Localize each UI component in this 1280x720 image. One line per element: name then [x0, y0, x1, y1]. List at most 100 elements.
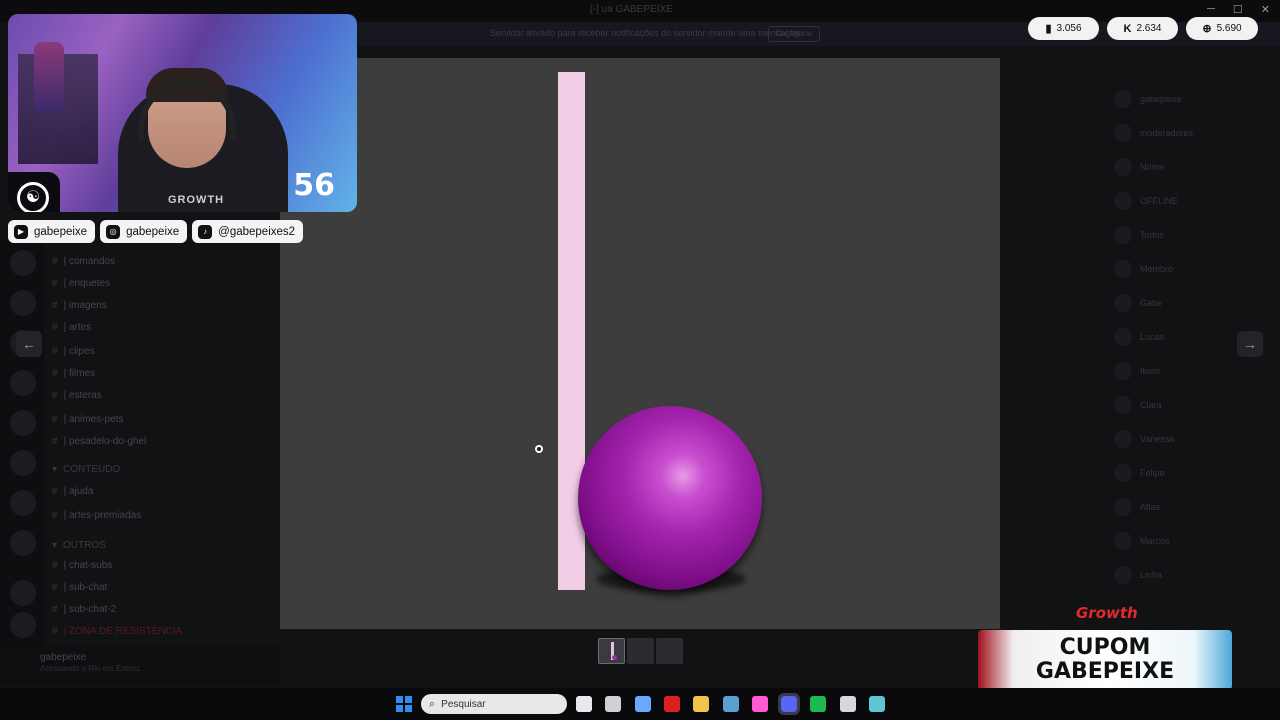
instagram-handle: ◎ gabepeixe — [100, 220, 188, 243]
member-item[interactable]: Membro — [1114, 260, 1173, 278]
member-item[interactable]: Ikuro — [1114, 362, 1160, 380]
screen: [-] ua GABEPEIXE ─ ☐ ✕ Servidor ativado … — [0, 0, 1280, 720]
server-icon[interactable] — [10, 530, 36, 556]
spotify-icon[interactable] — [810, 696, 827, 712]
sponsor-brand: Growth — [1076, 604, 1138, 622]
hash-icon: # — [52, 277, 58, 289]
copilot-icon[interactable] — [634, 696, 651, 712]
channel-item[interactable]: # | esteras — [52, 386, 276, 404]
previous-arrow-icon[interactable]: ← — [16, 331, 42, 357]
channel-item[interactable]: # | clipes — [52, 342, 276, 360]
member-name: Atlas — [1140, 502, 1161, 512]
channel-list: # | comandos # | enquetes # | imagens # | artes… — [44, 246, 280, 646]
file-explorer-icon[interactable] — [576, 696, 592, 712]
member-name: Vanessa — [1140, 434, 1175, 444]
thumbnail[interactable] — [627, 638, 654, 664]
hash-icon: # — [52, 389, 58, 401]
avatar — [1114, 566, 1132, 584]
game-icon[interactable] — [605, 696, 622, 712]
member-name: Membro — [1140, 264, 1174, 274]
member-item[interactable]: Felipe — [1114, 464, 1165, 482]
hash-icon: # — [52, 299, 58, 311]
mouse-cursor-icon — [535, 445, 543, 453]
steam-icon[interactable] — [722, 696, 739, 712]
server-icon[interactable] — [10, 410, 36, 436]
channel-item[interactable]: # | sub-chat-2 — [52, 600, 276, 618]
folder-icon[interactable] — [693, 696, 710, 712]
channel-label: | esteras — [63, 389, 102, 401]
maximize-icon[interactable]: ☐ — [1233, 3, 1243, 16]
window-controls: ─ ☐ ✕ — [1207, 3, 1270, 16]
fish-logo-icon: ☯ — [17, 182, 49, 212]
member-item[interactable]: Clara — [1114, 396, 1162, 414]
avatar — [1114, 430, 1132, 448]
hash-icon: # — [52, 485, 58, 497]
avatar — [1114, 498, 1132, 516]
add-server-icon[interactable] — [10, 580, 36, 606]
channel-category[interactable]: ▾ OUTROS — [52, 536, 276, 554]
channel-item[interactable]: # | ajuda — [52, 482, 276, 500]
next-arrow-icon[interactable]: → — [1237, 331, 1263, 357]
server-icon[interactable] — [10, 490, 36, 516]
member-item[interactable]: Todos — [1114, 226, 1164, 244]
member-item[interactable]: Nome — [1114, 158, 1164, 176]
channel-category[interactable]: ▾ CONTEUDO — [52, 460, 276, 478]
app-icon[interactable] — [869, 696, 885, 712]
member-item[interactable]: Atlas — [1114, 498, 1160, 516]
user-name: gabepeixe — [40, 652, 87, 663]
close-icon[interactable]: ✕ — [1261, 3, 1270, 16]
twitch-viewers: ▮ 3.056 — [1028, 17, 1099, 40]
channel-item[interactable]: # | animes-pets — [52, 410, 276, 428]
taskbar-search[interactable]: ⌕ Pesquisar — [421, 694, 567, 714]
member-item[interactable]: Marcos — [1114, 532, 1170, 550]
obs-icon[interactable] — [839, 696, 856, 712]
coupon-line-1: CUPOM — [1059, 635, 1151, 660]
channel-label: OUTROS — [63, 539, 106, 551]
opera-icon[interactable] — [663, 696, 680, 712]
hash-icon: # — [52, 435, 58, 447]
channel-label: | artes-premiadas — [63, 509, 142, 521]
member-item[interactable]: moderadores — [1114, 124, 1193, 142]
channel-item[interactable]: # | artes — [52, 318, 276, 336]
server-icon[interactable] — [10, 370, 36, 396]
member-name: OFFLINE — [1140, 196, 1179, 206]
purple-sphere — [578, 406, 762, 590]
member-item[interactable]: gabepeixe — [1114, 90, 1182, 108]
member-item[interactable]: Vanessa — [1114, 430, 1174, 448]
chevron-down-icon: ▾ — [52, 463, 58, 475]
channel-item[interactable]: # | filmes — [52, 364, 276, 382]
avatar — [1114, 532, 1132, 550]
channel-label: | comandos — [63, 255, 116, 267]
channel-label: | chat-subs — [63, 559, 113, 571]
channel-item[interactable]: # | enquetes — [52, 274, 276, 292]
avatar — [1114, 362, 1132, 380]
member-item[interactable]: Lucas — [1114, 328, 1164, 346]
explore-icon[interactable] — [10, 612, 36, 638]
media-viewer[interactable] — [280, 58, 1000, 629]
channel-item[interactable]: # | chat-subs — [52, 556, 276, 574]
capcut-icon[interactable] — [751, 696, 768, 712]
banner-button[interactable]: Configurar — [768, 26, 820, 42]
member-item[interactable]: Linha — [1114, 566, 1162, 584]
channel-item[interactable]: # | comandos — [52, 252, 276, 270]
channel-item[interactable]: # | artes-premiadas — [52, 506, 276, 524]
avatar — [1114, 396, 1132, 414]
hash-icon: # — [52, 581, 58, 593]
discord-icon[interactable] — [778, 693, 801, 715]
server-icon[interactable] — [10, 250, 36, 276]
thumbnail[interactable] — [656, 638, 683, 664]
member-item[interactable]: Gabe — [1114, 294, 1162, 312]
channel-item[interactable]: # | sub-chat — [52, 578, 276, 596]
channel-item[interactable]: # | ZONA DE RESISTÊNCIA — [52, 622, 276, 640]
channel-item[interactable]: # | pesadelo-do-ghel — [52, 432, 276, 450]
channel-item[interactable]: # | imagens — [52, 296, 276, 314]
windows-start-icon[interactable] — [396, 696, 412, 712]
thumbnail[interactable] — [598, 638, 625, 664]
avatar — [1114, 124, 1132, 142]
minimize-icon[interactable]: ─ — [1207, 3, 1215, 16]
server-icon[interactable] — [10, 450, 36, 476]
member-name: Nome — [1140, 162, 1165, 172]
member-item[interactable]: OFFLINE — [1114, 192, 1178, 210]
server-icon[interactable] — [10, 290, 36, 316]
coupon-line-2: GABEPEIXE — [1035, 659, 1175, 684]
